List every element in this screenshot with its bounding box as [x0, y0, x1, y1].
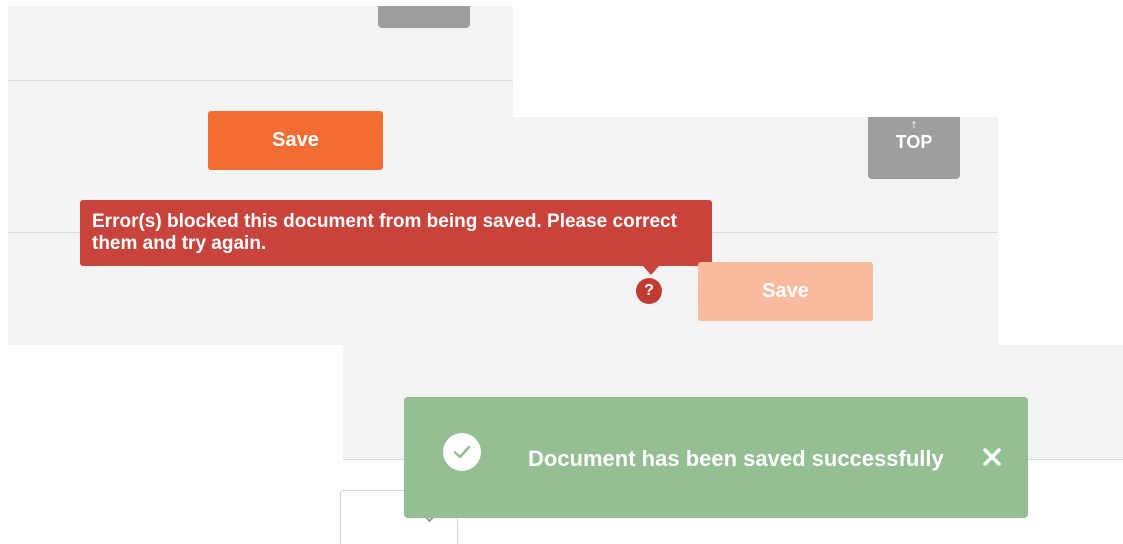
error-tooltip: Error(s) blocked this document from bein…	[80, 200, 712, 266]
help-icon[interactable]: ?	[636, 278, 662, 304]
scroll-to-top-button[interactable]: ↑ TOP	[868, 117, 960, 179]
top-label: TOP	[895, 132, 933, 152]
screenshot-collage: Save ↑ TOP Error(s) blocked this documen…	[0, 0, 1123, 544]
divider	[8, 80, 513, 81]
toast-message: Document has been saved successfully	[528, 446, 944, 471]
save-button-disabled[interactable]: Save	[698, 262, 873, 321]
close-icon[interactable]	[979, 444, 1005, 470]
arrow-up-icon: ↑	[910, 120, 918, 128]
save-panel-default-state: Save	[8, 6, 513, 192]
tooltip-pointer	[643, 266, 659, 275]
save-button[interactable]: Save	[208, 111, 383, 170]
success-toast: Document has been saved successfully	[404, 397, 1028, 518]
check-circle-icon	[443, 433, 481, 471]
top-button-partial[interactable]	[378, 6, 470, 28]
